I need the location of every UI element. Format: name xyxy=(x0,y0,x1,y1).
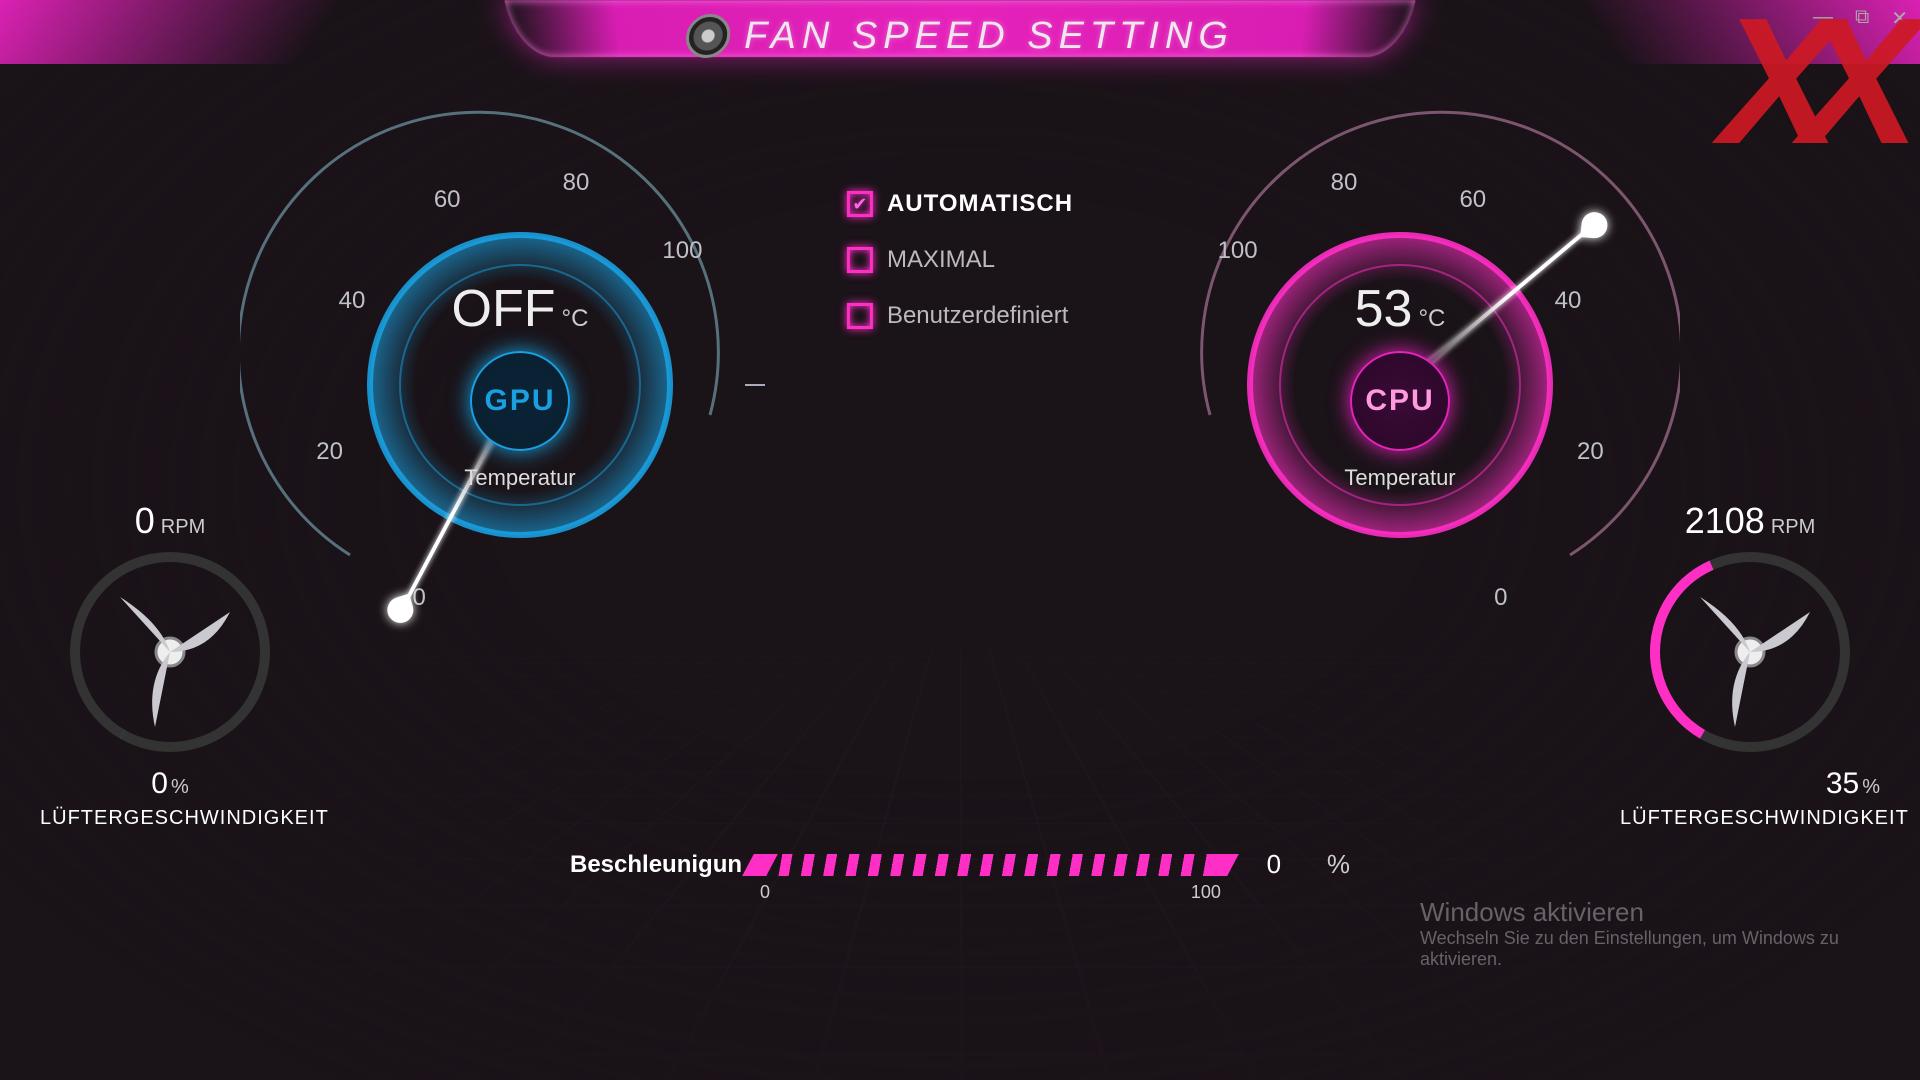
cpu-fan-ring xyxy=(1640,542,1860,762)
mode-automatic-label: AUTOMATISCH xyxy=(887,190,1073,218)
slider-label: Beschleunigun xyxy=(570,851,742,879)
checkbox-icon xyxy=(847,303,873,329)
cpu-fan-label: LÜFTERGESCHWINDIGKEIT xyxy=(1620,807,1880,830)
cpu-gauge: 0 20 40 60 80 100 53°C CPU Temperatur xyxy=(1120,105,1680,665)
mode-selector: AUTOMATISCH MAXIMAL Benutzerdefiniert xyxy=(847,190,1073,358)
windows-activation-watermark: Windows aktivieren Wechseln Sie zu den E… xyxy=(1420,897,1840,970)
gpu-fan-meter: 0 RPM 0% LÜFTERGESCHWINDIGKEIT xyxy=(40,500,300,830)
cpu-temp-value: 53°C xyxy=(1355,279,1446,339)
cpu-fan-rpm-value: 2108 xyxy=(1685,500,1765,541)
slider-max: 100 xyxy=(1191,882,1221,903)
gpu-gauge: 0 20 40 60 80 100 OFF°C GPU Temperatur xyxy=(240,105,800,665)
gpu-fan-label: LÜFTERGESCHWINDIGKEIT xyxy=(40,807,300,830)
gpu-temp-unit: °C xyxy=(562,305,589,332)
gpu-fan-ring xyxy=(60,542,280,762)
watermark-title: Windows aktivieren xyxy=(1420,897,1840,928)
mode-maximal[interactable]: MAXIMAL xyxy=(847,246,1073,274)
header-title: FAN SPEED SETTING xyxy=(686,14,1234,58)
tick-60: 60 xyxy=(1459,186,1486,214)
watermark-sub: Wechseln Sie zu den Einstellungen, um Wi… xyxy=(1420,928,1840,970)
window-controls: — ⧉ ✕ xyxy=(1813,6,1908,31)
header: FAN SPEED SETTING xyxy=(0,0,1920,70)
cpu-fan-meter: 2108 RPM 35% LÜFTERGESCHWINDIGKEIT xyxy=(1620,500,1880,830)
slider-track[interactable]: 0 100 xyxy=(760,854,1221,876)
cpu-temp-unit: °C xyxy=(1418,305,1445,332)
tick-40: 40 xyxy=(1555,287,1582,315)
cpu-fan-rpm: 2108 RPM xyxy=(1620,500,1880,542)
minimize-button[interactable]: — xyxy=(1813,6,1833,31)
mode-custom-label: Benutzerdefiniert xyxy=(887,302,1068,330)
gpu-fan-rpm: 0 RPM xyxy=(40,500,300,542)
slider-min: 0 xyxy=(760,882,770,903)
header-title-text: FAN SPEED SETTING xyxy=(744,15,1234,58)
rpm-unit: RPM xyxy=(161,516,205,538)
gpu-gauge-center: OFF°C GPU Temperatur xyxy=(390,255,650,515)
mode-automatic[interactable]: AUTOMATISCH xyxy=(847,190,1073,218)
tick-20: 20 xyxy=(1577,438,1604,466)
gpu-badge: GPU xyxy=(470,351,570,451)
fan-logo-icon xyxy=(684,14,733,58)
tick-80: 80 xyxy=(563,169,590,197)
rpm-unit: RPM xyxy=(1771,516,1815,538)
gpu-fan-rpm-value: 0 xyxy=(135,500,155,541)
slider-ticks: 0 100 xyxy=(760,882,1221,903)
tick-20: 20 xyxy=(316,438,343,466)
mode-custom[interactable]: Benutzerdefiniert xyxy=(847,302,1073,330)
tick-80: 80 xyxy=(1331,169,1358,197)
tick-100: 100 xyxy=(1218,237,1258,265)
tick-60: 60 xyxy=(434,186,461,214)
cpu-gauge-center: 53°C CPU Temperatur xyxy=(1270,255,1530,515)
checkbox-icon xyxy=(847,247,873,273)
gpu-temp-label: Temperatur xyxy=(464,465,575,491)
close-button[interactable]: ✕ xyxy=(1891,6,1908,31)
gpu-fan-pct-value: 0 xyxy=(151,767,168,800)
mode-maximal-label: MAXIMAL xyxy=(887,246,995,274)
slider-unit: % xyxy=(1327,849,1350,880)
acceleration-slider[interactable]: Beschleunigun 0 100 0 % xyxy=(570,849,1350,880)
tick-40: 40 xyxy=(339,287,366,315)
gpu-temp-value: OFF°C xyxy=(452,279,589,339)
slider-value: 0 xyxy=(1239,849,1309,880)
maximize-button[interactable]: ⧉ xyxy=(1855,6,1869,31)
pct-unit: % xyxy=(171,776,189,798)
gpu-temp-text: OFF xyxy=(452,280,556,338)
cpu-fan-pct: 35% xyxy=(1620,767,1880,801)
tick-100: 100 xyxy=(662,237,702,265)
cpu-fan-pct-value: 35 xyxy=(1826,767,1859,800)
pct-unit: % xyxy=(1862,776,1880,798)
cpu-temp-text: 53 xyxy=(1355,280,1413,338)
cpu-badge: CPU xyxy=(1350,351,1450,451)
checkbox-icon xyxy=(847,191,873,217)
tick-0: 0 xyxy=(1494,584,1507,612)
gpu-fan-pct: 0% xyxy=(40,767,300,801)
cpu-temp-label: Temperatur xyxy=(1344,465,1455,491)
header-accent-left xyxy=(0,0,342,64)
